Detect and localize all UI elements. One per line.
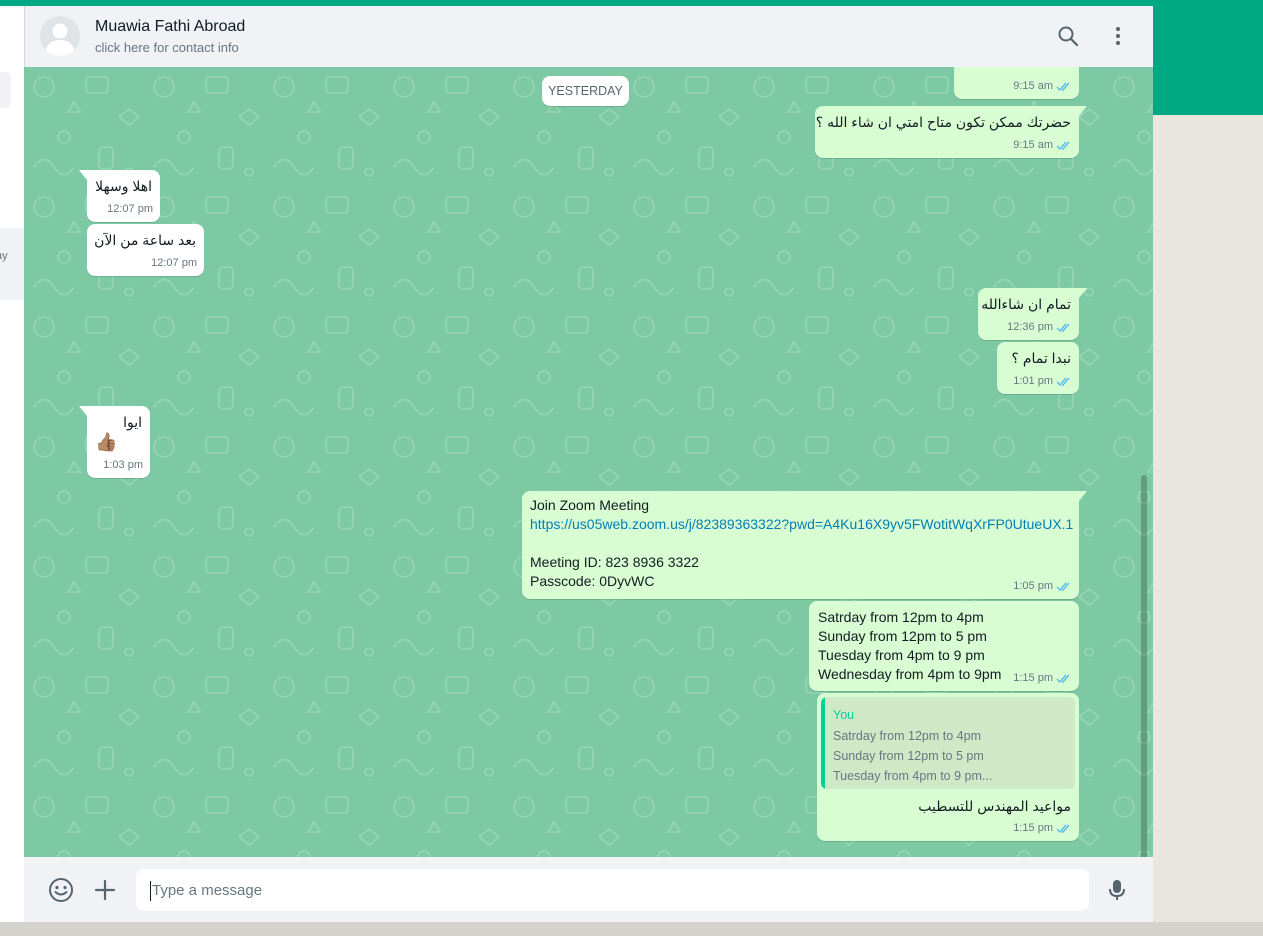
message-outgoing[interactable]: حضرتك ممكن تكون متاح امتي ان شاء الله ؟ … [815, 106, 1087, 158]
thumbs-up-emoji: 👍🏽 [95, 432, 118, 452]
contact-name[interactable]: Muawia Fathi Abroad [95, 18, 245, 36]
search-icon[interactable] [1056, 24, 1080, 48]
message-time: 12:36 pm [1007, 321, 1053, 333]
app-header-band [1153, 6, 1263, 115]
message-time: 1:15 pm [1013, 672, 1053, 684]
message-list[interactable]: YESTERDAY 9:15 am حضرتك ممكن تكون متاح ا… [24, 67, 1153, 857]
message-outgoing[interactable]: تمام ان شاءالله 12:36 pm [978, 288, 1087, 340]
message-incoming[interactable]: اهلا وسهلا 12:07 pm [79, 170, 160, 222]
message-text: Wednesday from 4pm to 9pm [818, 666, 1002, 682]
message-text: حضرتك ممكن تكون متاح امتي ان شاء الله ؟ [815, 114, 1071, 130]
message-text: Join Zoom Meeting [530, 497, 650, 513]
read-receipt-icon [1056, 674, 1070, 684]
message-outgoing-reply[interactable]: You Satrday from 12pm to 4pm Sunday from… [817, 693, 1079, 841]
message-time: 1:15 pm [1013, 822, 1053, 834]
message-meta: 12:07 pm [151, 254, 197, 273]
message-meta: 12:36 pm [1007, 318, 1072, 337]
message-time: 9:15 am [1013, 139, 1053, 151]
message-meta: 9:15 am [1013, 136, 1072, 155]
message-meta: 1:03 pm [103, 456, 143, 475]
avatar[interactable] [40, 16, 80, 56]
message-meta: 1:15 pm [1013, 669, 1072, 688]
message-text: Sunday from 12pm to 5 pm [818, 628, 987, 644]
chat-list-search[interactable] [0, 72, 11, 108]
message-meta: 12:07 pm [107, 200, 153, 219]
message-outgoing[interactable]: 9:15 am [954, 67, 1079, 99]
message-text: بعد ساعة من الآن [94, 232, 196, 248]
quoted-message[interactable]: You Satrday from 12pm to 4pm Sunday from… [821, 697, 1075, 789]
message-outgoing[interactable]: Satrday from 12pm to 4pm Sunday from 12p… [809, 601, 1079, 691]
message-time: 1:05 pm [1013, 580, 1053, 592]
message-meta: 9:15 am [1013, 77, 1072, 96]
message-incoming[interactable]: بعد ساعة من الآن 12:07 pm [87, 224, 204, 276]
contact-info-hint[interactable]: click here for contact info [95, 40, 239, 55]
read-receipt-icon [1056, 141, 1070, 151]
message-text: Meeting ID: 823 8936 3322 [530, 554, 699, 570]
read-receipt-icon [1056, 377, 1070, 387]
read-receipt-icon [1056, 82, 1070, 92]
window-bottom-edge [0, 922, 1263, 936]
chat-list-item-selected[interactable] [0, 228, 24, 300]
read-receipt-icon [1056, 582, 1070, 592]
message-text: Tuesday from 4pm to 9 pm [818, 647, 985, 663]
attach-plus-icon[interactable] [92, 877, 118, 903]
read-receipt-icon [1056, 824, 1070, 834]
app-background [1153, 115, 1263, 936]
date-separator: YESTERDAY [542, 76, 629, 106]
message-outgoing[interactable]: نبدا تمام ؟ 1:01 pm [997, 342, 1079, 394]
chat-list-panel: ay [0, 6, 24, 922]
message-meta: 1:01 pm [1013, 372, 1072, 391]
quote-text: Sunday from 12pm to 5 pm [833, 749, 984, 763]
message-text: تمام ان شاءالله [981, 296, 1071, 312]
conversation-panel: Muawia Fathi Abroad click here for conta… [24, 6, 1153, 922]
message-composer [24, 857, 1153, 922]
message-text: Satrday from 12pm to 4pm [818, 609, 984, 625]
message-time: 1:03 pm [103, 459, 143, 471]
message-list-scrollbar[interactable] [1141, 475, 1147, 857]
emoji-icon[interactable] [48, 877, 74, 903]
conversation-header[interactable]: Muawia Fathi Abroad click here for conta… [24, 6, 1153, 67]
message-time: 12:07 pm [151, 257, 197, 269]
chat-list-item-snippet: ay [0, 250, 8, 262]
message-outgoing[interactable]: Join Zoom Meeting https://us05web.zoom.u… [522, 491, 1087, 599]
menu-dots-icon[interactable] [1106, 24, 1130, 48]
message-time: 12:07 pm [107, 203, 153, 215]
message-meta: 1:05 pm [1013, 577, 1072, 596]
message-time: 1:01 pm [1013, 375, 1053, 387]
message-meta: 1:15 pm [1013, 819, 1072, 838]
microphone-icon[interactable] [1104, 877, 1130, 903]
zoom-meeting-link[interactable]: https://us05web.zoom.us/j/82389363322?pw… [530, 515, 1073, 534]
message-text: ايوا [123, 414, 142, 430]
message-incoming[interactable]: ايوا 👍🏽 1:03 pm [79, 406, 150, 478]
text-caret [150, 881, 151, 901]
quote-accent-bar [821, 697, 825, 789]
quote-text: Tuesday from 4pm to 9 pm... [833, 769, 993, 783]
message-text: اهلا وسهلا [95, 178, 152, 194]
message-input[interactable] [136, 869, 1089, 911]
read-receipt-icon [1056, 323, 1070, 333]
message-text: مواعيد المهندس للتسطيب [918, 798, 1071, 814]
quote-author: You [833, 708, 855, 722]
default-avatar-icon [40, 16, 80, 56]
message-time: 9:15 am [1013, 80, 1053, 92]
message-text: Passcode: 0DyvWC [530, 573, 655, 589]
message-text: نبدا تمام ؟ [1011, 350, 1072, 366]
quote-text: Satrday from 12pm to 4pm [833, 729, 981, 743]
